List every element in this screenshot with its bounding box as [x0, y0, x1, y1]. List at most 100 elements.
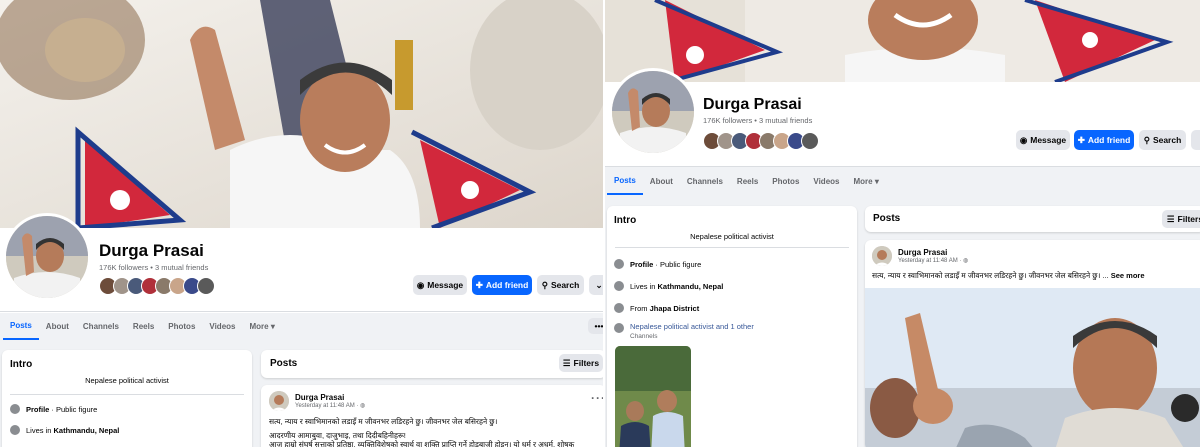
more-actions-button[interactable]: ⌄: [589, 275, 603, 295]
add-friend-button[interactable]: ✚ Add friend: [472, 275, 532, 295]
post-timestamp[interactable]: Yesterday at 11:48 AM · ◍: [898, 257, 968, 264]
intro-channels-row: Nepalese political activist and 1 other …: [614, 322, 754, 340]
tab-reels[interactable]: Reels: [730, 167, 765, 195]
see-more-link[interactable]: See more: [1111, 271, 1145, 280]
intro-profile-row: Profile · Public figure: [10, 404, 97, 414]
post-author-name[interactable]: Durga Prasai: [898, 248, 968, 257]
post-author-name[interactable]: Durga Prasai: [295, 393, 365, 402]
profile-tabs: Posts About Channels Reels Photos Videos…: [3, 312, 282, 340]
tab-videos[interactable]: Videos: [806, 167, 846, 195]
post-text-line: आज हाम्रो संघर्ष सत्ताको प्रतिष्ठा, व्यक…: [269, 440, 575, 447]
messenger-icon: ◉: [1019, 134, 1028, 145]
friend-avatar[interactable]: [801, 132, 819, 150]
intro-lives-row: Lives in Kathmandu, Nepal: [614, 281, 723, 291]
left-screenshot: Durga Prasai 176K followers • 3 mutual f…: [0, 0, 603, 447]
tab-about[interactable]: About: [643, 167, 680, 195]
message-button[interactable]: ◉ Message: [1016, 130, 1070, 150]
cover-photo[interactable]: [605, 0, 1200, 82]
lives-place[interactable]: Kathmandu, Nepal: [658, 282, 724, 291]
right-screenshot: Durga Prasai 176K followers • 3 mutual f…: [605, 0, 1200, 447]
message-button[interactable]: ◉ Message: [413, 275, 467, 295]
intro-card: Intro Nepalese political activist Profil…: [607, 206, 857, 447]
profile-label: Profile: [630, 259, 654, 269]
friend-avatar[interactable]: [197, 277, 215, 295]
tab-more[interactable]: More ▾: [242, 312, 281, 340]
tab-videos[interactable]: Videos: [202, 312, 242, 340]
intro-bio: Nepalese political activist: [85, 376, 169, 385]
profile-type: · Public figure: [49, 404, 98, 414]
post-header: Durga Prasai Yesterday at 11:48 AM · ◍: [872, 246, 968, 266]
mutual-friends-avatars[interactable]: [703, 132, 819, 150]
add-friend-button[interactable]: ✚ Add friend: [1074, 130, 1134, 150]
add-person-icon: ✚: [1077, 134, 1085, 145]
intro-divider: [10, 394, 244, 395]
more-actions-button[interactable]: [1191, 130, 1200, 150]
lives-label: Lives in: [26, 425, 54, 435]
home-icon: [614, 281, 624, 291]
info-icon: [10, 404, 20, 414]
profile-name: Durga Prasai: [703, 96, 802, 113]
post-options-icon[interactable]: ···: [591, 391, 603, 405]
tab-reels[interactable]: Reels: [126, 312, 161, 340]
search-icon: ⚲: [1143, 134, 1150, 145]
intro-photo[interactable]: [615, 346, 691, 447]
tab-posts[interactable]: Posts: [607, 167, 643, 195]
channel-sub: Channels: [630, 333, 658, 340]
channel-link[interactable]: Nepalese political activist and 1 other: [630, 322, 754, 331]
search-button[interactable]: ⚲ Search: [537, 275, 584, 295]
post-text: सत्य, न्याय र स्वाभिमानको लडाइँ म जीवनभर…: [872, 271, 1109, 280]
post-author-avatar[interactable]: [269, 391, 289, 411]
lives-label: Lives in: [630, 281, 658, 291]
post-photo[interactable]: [865, 288, 1200, 447]
tab-posts[interactable]: Posts: [3, 312, 39, 340]
profile-name: Durga Prasai: [99, 241, 204, 260]
chevron-down-icon: ⌄: [595, 279, 603, 290]
intro-divider: [615, 247, 849, 248]
intro-bio: Nepalese political activist: [690, 232, 774, 241]
message-label: Message: [1030, 135, 1067, 145]
post-header: Durga Prasai Yesterday at 11:48 AM · ◍: [269, 391, 365, 411]
tabs-more-button[interactable]: •••: [588, 318, 603, 334]
from-place[interactable]: Jhapa District: [650, 304, 700, 313]
location-pin-icon: [614, 303, 624, 313]
tab-channels[interactable]: Channels: [680, 167, 730, 195]
add-person-icon: ✚: [475, 279, 483, 290]
post-author-avatar[interactable]: [872, 246, 892, 266]
profile-tabs: Posts About Channels Reels Photos Videos…: [607, 167, 886, 195]
filters-button[interactable]: ☰Filters: [559, 354, 603, 372]
tab-photos[interactable]: Photos: [161, 312, 202, 340]
mutual-friends-avatars[interactable]: [99, 277, 215, 295]
tab-photos[interactable]: Photos: [765, 167, 806, 195]
posts-title: Posts: [270, 358, 298, 369]
tab-channels[interactable]: Channels: [76, 312, 126, 340]
posts-header-card: Posts ☰Filters: [865, 206, 1200, 232]
posts-title: Posts: [873, 213, 901, 224]
profile-stats: 176K followers • 3 mutual friends: [703, 116, 813, 125]
intro-title: Intro: [614, 215, 637, 226]
search-icon: ⚲: [541, 279, 548, 290]
search-label: Search: [1152, 135, 1182, 145]
intro-from-row: From Jhapa District: [614, 303, 699, 313]
posts-header-card: Posts ☰Filters: [261, 350, 603, 378]
tab-about[interactable]: About: [39, 312, 76, 340]
profile-avatar[interactable]: [3, 213, 91, 301]
add-friend-label: Add friend: [485, 280, 529, 290]
intro-profile-row: Profile · Public figure: [614, 259, 701, 269]
post-timestamp[interactable]: Yesterday at 11:48 AM · ◍: [295, 402, 365, 409]
filters-button[interactable]: ☰Filters: [1162, 210, 1200, 228]
from-label: From: [630, 303, 650, 313]
filter-icon: ☰: [562, 357, 571, 368]
add-friend-label: Add friend: [1087, 135, 1131, 145]
tab-more[interactable]: More ▾: [846, 167, 885, 195]
post-text-line: सत्य, न्याय र स्वाभिमानको लडाइँ म जीवनभर…: [269, 417, 498, 426]
profile-type: · Public figure: [653, 259, 702, 269]
search-button[interactable]: ⚲ Search: [1139, 130, 1186, 150]
profile-avatar[interactable]: [609, 68, 697, 156]
channels-icon: [614, 323, 624, 333]
messenger-icon: ◉: [416, 279, 425, 290]
lives-place[interactable]: Kathmandu, Nepal: [54, 426, 120, 435]
intro-title: Intro: [10, 359, 33, 370]
post-text-line: सत्य, न्याय र स्वाभिमानको लडाइँ म जीवनभर…: [872, 270, 1145, 281]
cover-photo[interactable]: [0, 0, 603, 228]
profile-stats: 176K followers • 3 mutual friends: [99, 263, 209, 272]
